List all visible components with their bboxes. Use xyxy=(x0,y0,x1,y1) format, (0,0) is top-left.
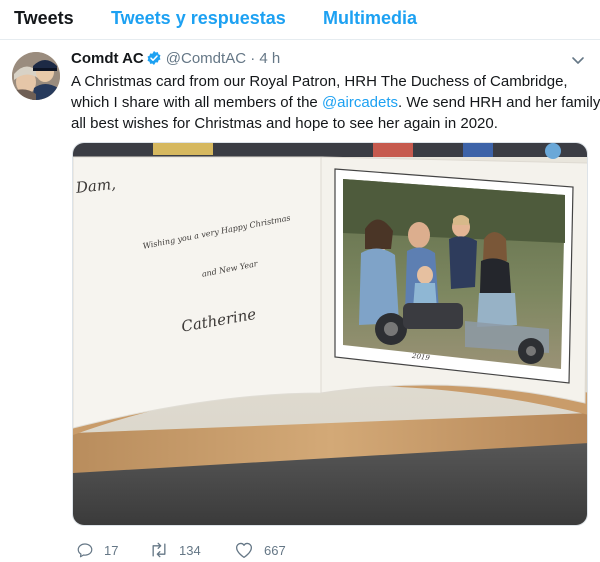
like-count: 667 xyxy=(264,542,286,558)
christmas-card-photo xyxy=(73,143,587,525)
author-name[interactable]: Comdt AC xyxy=(71,50,144,67)
profile-tabs: Tweets Tweets y respuestas Multimedia xyxy=(0,0,600,40)
tweet-text-line-2-start: which I share with all members of the xyxy=(71,94,322,111)
mention-link[interactable]: @aircadets xyxy=(322,94,398,111)
separator-dot: · xyxy=(250,50,256,67)
heart-icon xyxy=(235,542,253,559)
tweet-photo[interactable]: Dam, Wishing you a very Happy Christmas … xyxy=(72,142,588,526)
like-button[interactable]: 667 xyxy=(234,540,286,560)
avatar-image xyxy=(12,52,60,100)
author-handle[interactable]: @ComdtAC xyxy=(166,50,246,67)
tweet-text-line-1: A Christmas card from our Royal Patron, … xyxy=(71,73,568,90)
tab-media[interactable]: Multimedia xyxy=(323,8,417,29)
retweet-button[interactable]: 134 xyxy=(149,540,201,560)
reply-button[interactable]: 17 xyxy=(76,540,118,560)
tweet-text-line-2-end: . We send HRH and her family xyxy=(398,94,600,111)
chevron-down-icon[interactable] xyxy=(570,52,586,68)
reply-icon xyxy=(77,543,93,558)
verified-badge-icon xyxy=(146,50,162,70)
tweet-text-line-2: which I share with all members of the @a… xyxy=(71,92,600,113)
retweet-count: 134 xyxy=(179,542,201,558)
retweet-icon xyxy=(152,542,166,558)
tab-tweets[interactable]: Tweets xyxy=(14,8,74,29)
tab-tweets-and-replies[interactable]: Tweets y respuestas xyxy=(111,8,286,29)
tweet-timestamp[interactable]: 4 h xyxy=(259,50,280,67)
tweet-text-line-3: all best wishes for Christmas and hope t… xyxy=(71,115,498,132)
reply-count: 17 xyxy=(104,542,119,558)
avatar[interactable] xyxy=(12,52,60,100)
tweet-text: A Christmas card from our Royal Patron, … xyxy=(71,71,600,134)
tweet[interactable]: Comdt AC @ComdtAC · 4 h A Christmas card … xyxy=(0,40,600,562)
tweet-header: Comdt AC @ComdtAC · 4 h xyxy=(71,50,280,70)
